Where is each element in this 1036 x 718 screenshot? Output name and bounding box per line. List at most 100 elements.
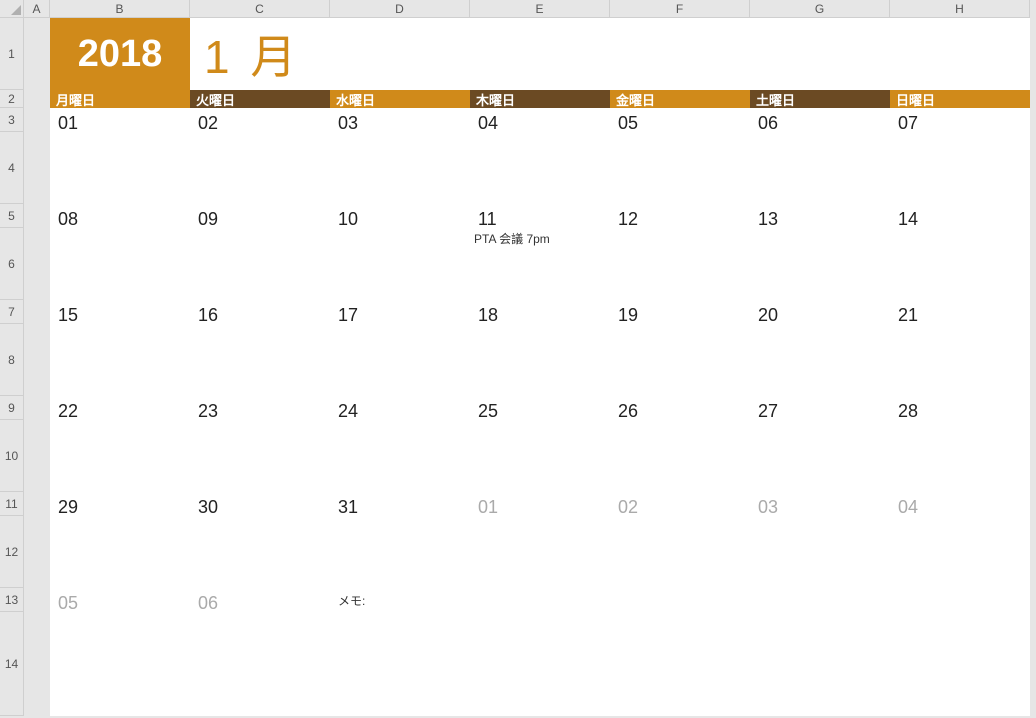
weekday-header-4[interactable]: 金曜日 bbox=[610, 90, 750, 108]
column-header-G[interactable]: G bbox=[750, 0, 890, 18]
day-4-5[interactable]: 03 bbox=[750, 492, 890, 516]
row-header-14[interactable]: 14 bbox=[0, 612, 24, 716]
day-0-3[interactable]: 04 bbox=[470, 108, 610, 132]
day-2-3[interactable]: 18 bbox=[470, 300, 610, 324]
day-0-2[interactable]: 03 bbox=[330, 108, 470, 132]
day-4-2[interactable]: 31 bbox=[330, 492, 470, 516]
month-box[interactable]: 1 月 bbox=[190, 18, 1030, 90]
select-all-corner[interactable] bbox=[0, 0, 24, 18]
weekday-header-1[interactable]: 火曜日 bbox=[190, 90, 330, 108]
day-3-3[interactable]: 25 bbox=[470, 396, 610, 420]
row-header-2[interactable]: 2 bbox=[0, 90, 24, 108]
day-body-4-4[interactable] bbox=[610, 516, 750, 588]
day-0-6[interactable]: 07 bbox=[890, 108, 1030, 132]
day-body-1-5[interactable] bbox=[750, 228, 890, 300]
day-body-5-1[interactable] bbox=[190, 612, 330, 716]
day-body-4-6[interactable] bbox=[890, 516, 1030, 588]
row-header-11[interactable]: 11 bbox=[0, 492, 24, 516]
day-body-0-5[interactable] bbox=[750, 132, 890, 204]
day-body-4-2[interactable] bbox=[330, 516, 470, 588]
day-body-2-6[interactable] bbox=[890, 324, 1030, 396]
day-body-1-0[interactable] bbox=[50, 228, 190, 300]
day-4-0[interactable]: 29 bbox=[50, 492, 190, 516]
day-0-5[interactable]: 06 bbox=[750, 108, 890, 132]
column-header-E[interactable]: E bbox=[470, 0, 610, 18]
day-1-1[interactable]: 09 bbox=[190, 204, 330, 228]
weekday-header-2[interactable]: 水曜日 bbox=[330, 90, 470, 108]
day-body-3-6[interactable] bbox=[890, 420, 1030, 492]
day-body-1-3[interactable]: PTA 会議 7pm bbox=[470, 228, 610, 300]
day-body-0-6[interactable] bbox=[890, 132, 1030, 204]
day-body-0-4[interactable] bbox=[610, 132, 750, 204]
day-body-1-6[interactable] bbox=[890, 228, 1030, 300]
day-body-3-1[interactable] bbox=[190, 420, 330, 492]
day-body-4-5[interactable] bbox=[750, 516, 890, 588]
day-4-6[interactable]: 04 bbox=[890, 492, 1030, 516]
day-0-0[interactable]: 01 bbox=[50, 108, 190, 132]
day-5-1[interactable]: 06 bbox=[190, 588, 330, 612]
day-3-6[interactable]: 28 bbox=[890, 396, 1030, 420]
day-body-2-2[interactable] bbox=[330, 324, 470, 396]
day-body-0-2[interactable] bbox=[330, 132, 470, 204]
column-header-C[interactable]: C bbox=[190, 0, 330, 18]
row-header-9[interactable]: 9 bbox=[0, 396, 24, 420]
day-body-0-3[interactable] bbox=[470, 132, 610, 204]
day-3-5[interactable]: 27 bbox=[750, 396, 890, 420]
day-4-3[interactable]: 01 bbox=[470, 492, 610, 516]
row-header-6[interactable]: 6 bbox=[0, 228, 24, 300]
day-4-4[interactable]: 02 bbox=[610, 492, 750, 516]
day-2-5[interactable]: 20 bbox=[750, 300, 890, 324]
weekday-header-0[interactable]: 月曜日 bbox=[50, 90, 190, 108]
day-body-4-1[interactable] bbox=[190, 516, 330, 588]
day-body-3-3[interactable] bbox=[470, 420, 610, 492]
weekday-header-6[interactable]: 日曜日 bbox=[890, 90, 1030, 108]
column-header-H[interactable]: H bbox=[890, 0, 1030, 18]
row-header-5[interactable]: 5 bbox=[0, 204, 24, 228]
day-body-3-2[interactable] bbox=[330, 420, 470, 492]
day-body-4-0[interactable] bbox=[50, 516, 190, 588]
day-4-1[interactable]: 30 bbox=[190, 492, 330, 516]
day-1-2[interactable]: 10 bbox=[330, 204, 470, 228]
row-header-7[interactable]: 7 bbox=[0, 300, 24, 324]
column-header-F[interactable]: F bbox=[610, 0, 750, 18]
day-body-0-0[interactable] bbox=[50, 132, 190, 204]
sheet-canvas[interactable]: 20181 月月曜日火曜日水曜日木曜日金曜日土曜日日曜日010203040506… bbox=[24, 18, 1036, 718]
row-header-13[interactable]: 13 bbox=[0, 588, 24, 612]
day-5-0[interactable]: 05 bbox=[50, 588, 190, 612]
row-header-4[interactable]: 4 bbox=[0, 132, 24, 204]
column-header-B[interactable]: B bbox=[50, 0, 190, 18]
day-body-4-3[interactable] bbox=[470, 516, 610, 588]
day-body-3-5[interactable] bbox=[750, 420, 890, 492]
day-2-4[interactable]: 19 bbox=[610, 300, 750, 324]
memo-body[interactable] bbox=[330, 612, 1030, 716]
memo-cell[interactable]: メモ: bbox=[330, 588, 1030, 612]
day-1-3[interactable]: 11 bbox=[470, 204, 610, 228]
day-3-1[interactable]: 23 bbox=[190, 396, 330, 420]
day-3-4[interactable]: 26 bbox=[610, 396, 750, 420]
day-body-2-0[interactable] bbox=[50, 324, 190, 396]
row-header-3[interactable]: 3 bbox=[0, 108, 24, 132]
day-body-2-4[interactable] bbox=[610, 324, 750, 396]
weekday-header-5[interactable]: 土曜日 bbox=[750, 90, 890, 108]
column-header-A[interactable]: A bbox=[24, 0, 50, 18]
day-3-2[interactable]: 24 bbox=[330, 396, 470, 420]
day-body-0-1[interactable] bbox=[190, 132, 330, 204]
day-3-0[interactable]: 22 bbox=[50, 396, 190, 420]
day-body-1-4[interactable] bbox=[610, 228, 750, 300]
day-1-4[interactable]: 12 bbox=[610, 204, 750, 228]
row-header-12[interactable]: 12 bbox=[0, 516, 24, 588]
weekday-header-3[interactable]: 木曜日 bbox=[470, 90, 610, 108]
day-body-3-0[interactable] bbox=[50, 420, 190, 492]
day-body-2-5[interactable] bbox=[750, 324, 890, 396]
day-body-1-1[interactable] bbox=[190, 228, 330, 300]
day-2-2[interactable]: 17 bbox=[330, 300, 470, 324]
day-body-2-3[interactable] bbox=[470, 324, 610, 396]
day-2-6[interactable]: 21 bbox=[890, 300, 1030, 324]
day-body-3-4[interactable] bbox=[610, 420, 750, 492]
day-1-6[interactable]: 14 bbox=[890, 204, 1030, 228]
day-2-1[interactable]: 16 bbox=[190, 300, 330, 324]
day-1-5[interactable]: 13 bbox=[750, 204, 890, 228]
year-box[interactable]: 2018 bbox=[50, 18, 190, 90]
day-body-1-2[interactable] bbox=[330, 228, 470, 300]
column-header-D[interactable]: D bbox=[330, 0, 470, 18]
